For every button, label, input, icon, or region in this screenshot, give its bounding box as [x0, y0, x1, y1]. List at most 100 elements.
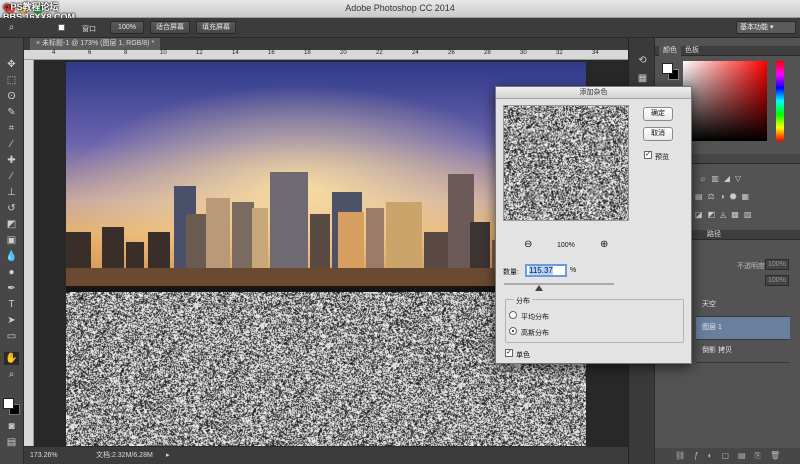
move-tool-icon[interactable]: ✥	[4, 58, 19, 71]
layer-name: 图层 1	[702, 324, 722, 331]
zoom-tool-icon[interactable]: ⌕	[4, 368, 19, 381]
tab-paths[interactable]: 路径	[703, 230, 725, 240]
path-select-tool-icon[interactable]: ➤	[4, 314, 19, 327]
adjustment-icons-row-1[interactable]: ☼▥◢▽	[699, 174, 746, 183]
ruler-tick-label: 32	[556, 50, 563, 56]
preview-label: 预览	[655, 154, 669, 161]
ruler-tick-label: 6	[88, 50, 92, 56]
status-bar: 173.26% 文档:2.32M/6.28M ▸	[24, 446, 628, 464]
ruler-tick-label: 18	[304, 50, 311, 56]
monochromatic-label: 单色	[516, 352, 530, 359]
tab-color[interactable]: 颜色	[659, 46, 681, 56]
type-tool-icon[interactable]: T	[4, 298, 19, 311]
tools-panel: ✥ ⬚ ʘ ✎ ⌗ ⁄ ✚ ∕ ⊥ ↺ ◩ ▣ 💧 ● ✒ T ➤ ▭ ✋ ⌕ …	[0, 38, 24, 464]
document-tab-bar: × 未标题-1 @ 173% (图层 1, RGB/8) *	[24, 38, 628, 50]
amount-unit: %	[570, 267, 577, 274]
uniform-radio[interactable]	[509, 311, 517, 319]
amount-slider-thumb[interactable]	[535, 285, 543, 291]
layer-row[interactable]: 倒影 拷贝	[696, 340, 790, 363]
ruler-tick-label: 20	[340, 50, 347, 56]
ruler-tick-label: 22	[376, 50, 383, 56]
gaussian-radio[interactable]	[509, 327, 517, 335]
dodge-tool-icon[interactable]: ●	[4, 266, 19, 279]
crop-tool-icon[interactable]: ⌗	[4, 122, 19, 135]
zoom-100-button[interactable]: 100%	[110, 21, 144, 34]
chevron-down-icon: ▾	[769, 24, 774, 31]
clone-stamp-tool-icon[interactable]: ⊥	[4, 186, 19, 199]
opacity-input[interactable]: 100%	[765, 259, 789, 270]
gaussian-label: 高斯分布	[521, 330, 549, 337]
ok-button[interactable]: 确定	[643, 107, 673, 121]
quick-mask-icon[interactable]: ◙	[4, 420, 19, 433]
fill-screen-button[interactable]: 填充屏幕	[196, 21, 236, 34]
history-panel-icon[interactable]: ⟲	[635, 54, 650, 67]
layers-footer-icons[interactable]: ⛓ƒ◐▢▤⎘🗑	[655, 448, 800, 464]
layer-row-selected[interactable]: 图层 1	[696, 317, 790, 340]
eraser-tool-icon[interactable]: ◩	[4, 218, 19, 231]
hand-tool-icon[interactable]: ✋	[4, 352, 19, 365]
properties-panel-icon[interactable]: ▦	[635, 72, 650, 85]
uniform-label: 平均分布	[521, 314, 549, 321]
adjustment-icons-row-2[interactable]: ▤⚖◑⬣▦	[695, 192, 754, 201]
preview-zoom-level: 100%	[557, 242, 575, 249]
screen-mode-icon[interactable]: ▤	[4, 436, 19, 449]
zoom-tool-icon[interactable]: ⌕	[4, 21, 19, 34]
dialog-title: 添加杂色	[496, 87, 691, 99]
document-size-readout: 文档:2.32M/6.28M	[96, 452, 153, 459]
layer-name: 天空	[702, 301, 716, 308]
ruler-tick-label: 8	[124, 50, 128, 56]
ruler-tick-label: 4	[52, 50, 56, 56]
title-bar: Adobe Photoshop CC 2014 ✿PS教程论坛 BBS.16XX…	[0, 0, 800, 22]
gradient-tool-icon[interactable]: ▣	[4, 234, 19, 247]
opacity-label: 不透明度:	[737, 263, 767, 270]
document-tab[interactable]: × 未标题-1 @ 173% (图层 1, RGB/8) *	[30, 38, 161, 50]
hue-slider[interactable]	[776, 61, 784, 141]
workspace-select[interactable]: 基本功能 ▾	[736, 21, 796, 34]
ruler-tick-label: 24	[412, 50, 419, 56]
shape-tool-icon[interactable]: ▭	[4, 330, 19, 343]
ruler-tick-label: 26	[448, 50, 455, 56]
blur-tool-icon[interactable]: 💧	[4, 250, 19, 263]
brush-tool-icon[interactable]: ∕	[4, 170, 19, 183]
cancel-button[interactable]: 取消	[643, 127, 673, 141]
quick-select-tool-icon[interactable]: ✎	[4, 106, 19, 119]
ruler-tick-label: 30	[520, 50, 527, 56]
ruler-tick-label: 16	[268, 50, 275, 56]
forum-logo-icon: ✿	[3, 2, 11, 12]
ruler-tick-label: 34	[592, 50, 599, 56]
ruler-tick-label: 28	[484, 50, 491, 56]
panel-foreground-swatch[interactable]	[662, 63, 673, 74]
window-checkbox[interactable]	[58, 24, 65, 31]
amount-input[interactable]: 115.37	[525, 264, 567, 277]
status-menu-arrow-icon[interactable]: ▸	[166, 447, 170, 464]
color-picker-field[interactable]	[683, 61, 767, 141]
zoom-in-icon[interactable]: ⊕	[600, 239, 608, 250]
add-noise-dialog: 添加杂色 确定 取消 ✓ 预览 ⊖ 100% ⊕ 数量: 115.37 % 分布…	[495, 86, 692, 364]
distribution-label: 分布	[514, 296, 532, 306]
layer-row[interactable]: 天空	[696, 294, 790, 317]
foreground-color-swatch[interactable]	[3, 398, 14, 409]
history-brush-tool-icon[interactable]: ↺	[4, 202, 19, 215]
healing-brush-tool-icon[interactable]: ✚	[4, 154, 19, 167]
tab-swatches[interactable]: 色板	[681, 46, 703, 56]
pen-tool-icon[interactable]: ✒	[4, 282, 19, 295]
horizontal-ruler: 4 6 8 10 12 14 16 18 20 22 24 26 28 30 32 34	[24, 50, 628, 60]
marquee-tool-icon[interactable]: ⬚	[4, 74, 19, 87]
adjustment-icons-row-3[interactable]: ◪◩◬▩▨	[695, 210, 756, 219]
noise-preview[interactable]	[503, 105, 629, 221]
monochromatic-checkbox[interactable]: ✓	[505, 349, 513, 357]
vertical-ruler	[24, 60, 34, 446]
preview-checkbox[interactable]: ✓	[644, 151, 652, 159]
ruler-tick-label: 10	[160, 50, 167, 56]
fit-screen-button[interactable]: 适合屏幕	[150, 21, 190, 34]
amount-slider-track[interactable]	[504, 283, 614, 285]
zoom-level-readout[interactable]: 173.26%	[30, 447, 58, 464]
amount-label: 数量:	[503, 269, 519, 276]
options-bar: ⌕ 窗口 100% 适合屏幕 填充屏幕 基本功能 ▾	[0, 18, 800, 38]
zoom-out-icon[interactable]: ⊖	[524, 239, 532, 250]
layer-name: 倒影 拷贝	[702, 347, 732, 354]
eyedropper-tool-icon[interactable]: ⁄	[4, 138, 19, 151]
lasso-tool-icon[interactable]: ʘ	[4, 90, 19, 103]
fill-input[interactable]: 100%	[765, 275, 789, 286]
window-checkbox-label: 窗口	[82, 26, 96, 33]
